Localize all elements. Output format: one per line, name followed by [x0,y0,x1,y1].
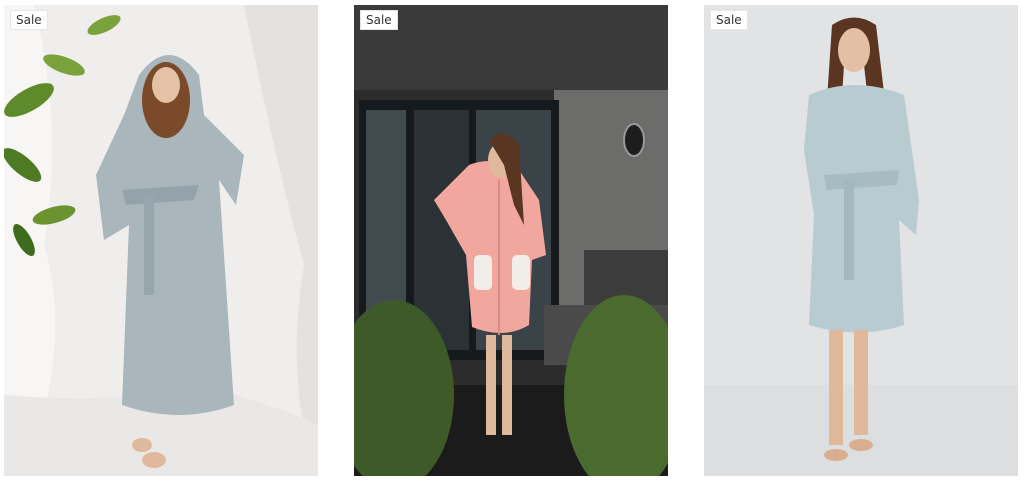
product-grid: Sale Sale Sale [0,0,1024,482]
sale-badge: Sale [710,10,748,30]
product-image[interactable] [704,5,1018,476]
product-image[interactable] [354,5,668,476]
product-image[interactable] [4,5,318,476]
sale-badge: Sale [10,10,48,30]
product-card[interactable]: Sale [704,5,1018,476]
sale-badge: Sale [360,10,398,30]
product-card[interactable]: Sale [4,5,318,476]
product-card[interactable]: Sale [354,5,668,476]
